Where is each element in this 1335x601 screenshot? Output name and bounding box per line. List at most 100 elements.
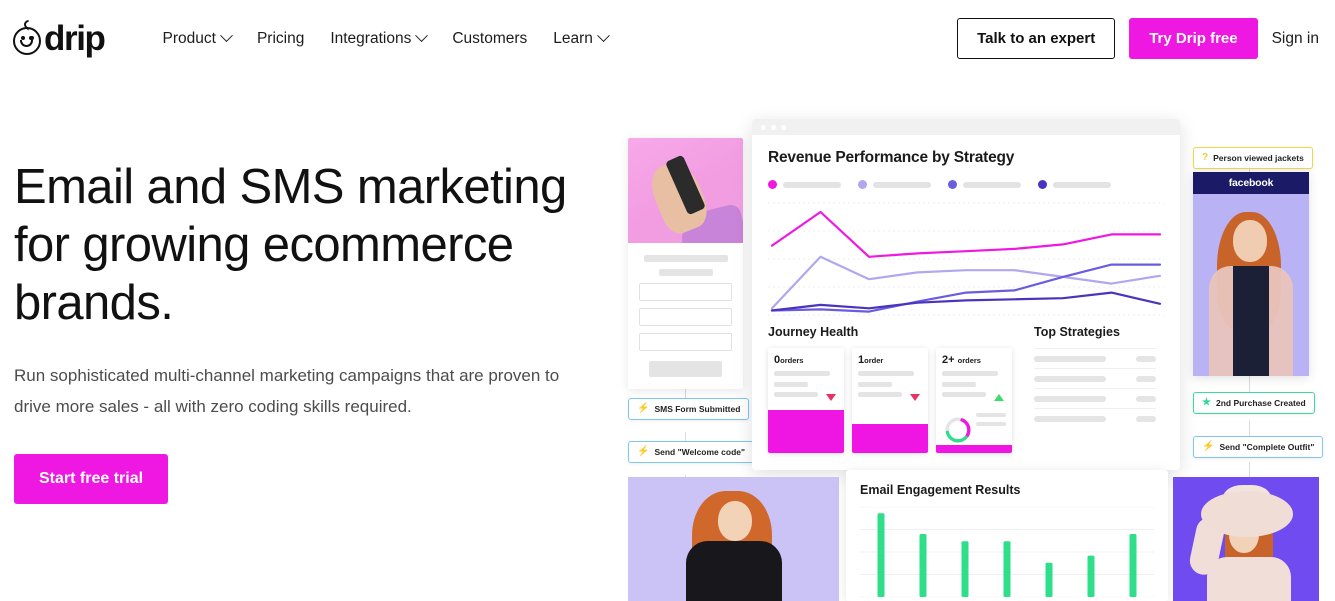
list-item[interactable]	[1034, 348, 1156, 368]
journey-card-value: 1order	[858, 354, 922, 366]
skeleton-subheading	[658, 269, 713, 276]
face-shape	[1233, 220, 1267, 262]
revenue-chart-legend	[768, 180, 1164, 189]
facebook-label: facebook	[1193, 172, 1309, 194]
top-strategies-title: Top Strategies	[1034, 325, 1120, 339]
question-icon: ?	[1202, 152, 1209, 163]
nav-item-integrations[interactable]: Integrations	[317, 22, 439, 56]
nav-label: Customers	[452, 29, 528, 47]
chevron-down-icon	[597, 29, 610, 43]
start-free-trial-button[interactable]: Start free trial	[14, 454, 169, 504]
model-photo-indigo	[1173, 477, 1319, 601]
journey-card-unit: orders	[780, 356, 804, 365]
top-strategies-list	[1034, 348, 1156, 428]
skeleton-row	[774, 392, 818, 397]
legend-label-skeleton	[783, 181, 841, 188]
skeleton-row	[774, 371, 830, 376]
nav-item-pricing[interactable]: Pricing	[244, 22, 317, 56]
chevron-down-icon	[220, 29, 233, 43]
sign-in-link[interactable]: Sign in	[1272, 30, 1319, 48]
window-dot-2[interactable]	[771, 124, 776, 130]
talk-to-expert-button[interactable]: Talk to an expert	[957, 18, 1116, 59]
legend-label-skeleton	[873, 181, 931, 188]
skeleton-row	[1034, 396, 1106, 402]
skeleton-value	[1136, 396, 1156, 402]
skeleton-value	[1136, 416, 1156, 422]
skeleton-heading	[643, 255, 728, 262]
skeleton-row	[858, 371, 914, 376]
chip-person-viewed-jackets[interactable]: ? Person viewed jackets	[1193, 147, 1313, 169]
bar	[1003, 541, 1011, 597]
journey-fill-bar	[936, 445, 1012, 453]
legend-item[interactable]	[768, 180, 841, 189]
journey-card-2plus-orders[interactable]: 2+ orders	[936, 348, 1012, 453]
chip-label: 2nd Purchase Created	[1215, 398, 1306, 408]
journey-card-unit: orders	[957, 356, 981, 365]
hat-brim-shape	[1201, 491, 1293, 537]
top-shape	[1233, 266, 1269, 376]
legend-dot-series-2	[858, 180, 867, 189]
chip-2nd-purchase-created[interactable]: ★ 2nd Purchase Created	[1193, 392, 1315, 414]
journey-card-1-order[interactable]: 1order	[852, 348, 928, 453]
legend-label-skeleton	[963, 181, 1021, 188]
form-input-2[interactable]	[639, 308, 732, 326]
bar	[961, 541, 969, 597]
nav-actions: Talk to an expert Try Drip free Sign in	[957, 18, 1319, 59]
form-input-3[interactable]	[639, 333, 732, 351]
model-photo-lavender	[628, 477, 839, 601]
signup-form-card	[628, 138, 743, 389]
chip-label: Send "Complete Outfit"	[1219, 442, 1315, 452]
list-item[interactable]	[1034, 388, 1156, 408]
window-dot-1[interactable]	[761, 124, 766, 130]
nav-label: Integrations	[330, 29, 412, 47]
window-dot-3[interactable]	[781, 124, 786, 130]
lightning-icon: ⚡	[1202, 441, 1215, 452]
journey-card-0-orders[interactable]: 0orders	[768, 348, 844, 453]
hero-copy: Email and SMS marketing for growing ecom…	[14, 158, 594, 504]
brand-logo[interactable]: drip	[13, 17, 106, 58]
skeleton-row	[858, 382, 892, 387]
connector-line	[1249, 420, 1250, 436]
drop-icon	[22, 17, 35, 31]
star-icon: ★	[1202, 397, 1211, 408]
try-drip-free-button[interactable]: Try Drip free	[1129, 18, 1258, 59]
chip-label: SMS Form Submitted	[654, 404, 741, 414]
journey-card-unit: order	[864, 356, 884, 365]
top-shape	[1207, 557, 1291, 601]
journey-health-cards: 0orders 1order 2+ orders	[768, 348, 1012, 453]
skeleton-row	[858, 392, 902, 397]
bar	[1045, 562, 1053, 597]
drip-smiley-icon	[13, 17, 41, 55]
legend-item[interactable]	[948, 180, 1021, 189]
legend-item[interactable]	[858, 180, 931, 189]
skeleton-row	[1034, 376, 1106, 382]
form-input-1[interactable]	[639, 283, 732, 301]
facebook-ad-card[interactable]: facebook	[1193, 172, 1309, 376]
nav-item-product[interactable]: Product	[150, 22, 244, 56]
list-item[interactable]	[1034, 368, 1156, 388]
skeleton-row	[1034, 416, 1106, 422]
dashboard-body: Revenue Performance by Strategy	[752, 135, 1180, 319]
skeleton-value	[1136, 356, 1156, 362]
logo-wordmark: drip	[44, 19, 106, 58]
form-submit-skeleton[interactable]	[649, 361, 722, 377]
chip-send-complete-outfit[interactable]: ⚡ Send "Complete Outfit"	[1193, 436, 1324, 458]
skeleton-row	[976, 413, 1006, 417]
skeleton-row	[774, 382, 808, 387]
revenue-chart-title: Revenue Performance by Strategy	[768, 149, 1015, 166]
top-strategies-section: Top Strategies	[1034, 325, 1156, 453]
list-item[interactable]	[1034, 408, 1156, 428]
orders-donut-chart	[945, 417, 971, 443]
email-engagement-card: Email Engagement Results	[846, 470, 1168, 601]
nav-item-learn[interactable]: Learn	[540, 22, 621, 56]
chip-send-welcome-code[interactable]: ⚡ Send "Welcome code"	[628, 441, 755, 463]
legend-item[interactable]	[1038, 180, 1111, 189]
line-series	[770, 291, 1162, 312]
nav-item-customers[interactable]: Customers	[439, 22, 540, 56]
lightning-icon: ⚡	[637, 403, 650, 414]
window-title-bar	[752, 119, 1180, 135]
chip-label: Person viewed jackets	[1213, 153, 1304, 163]
journey-card-number: 2+	[942, 354, 955, 366]
chip-sms-form-submitted[interactable]: ⚡ SMS Form Submitted	[628, 398, 750, 420]
bar	[1129, 534, 1137, 597]
